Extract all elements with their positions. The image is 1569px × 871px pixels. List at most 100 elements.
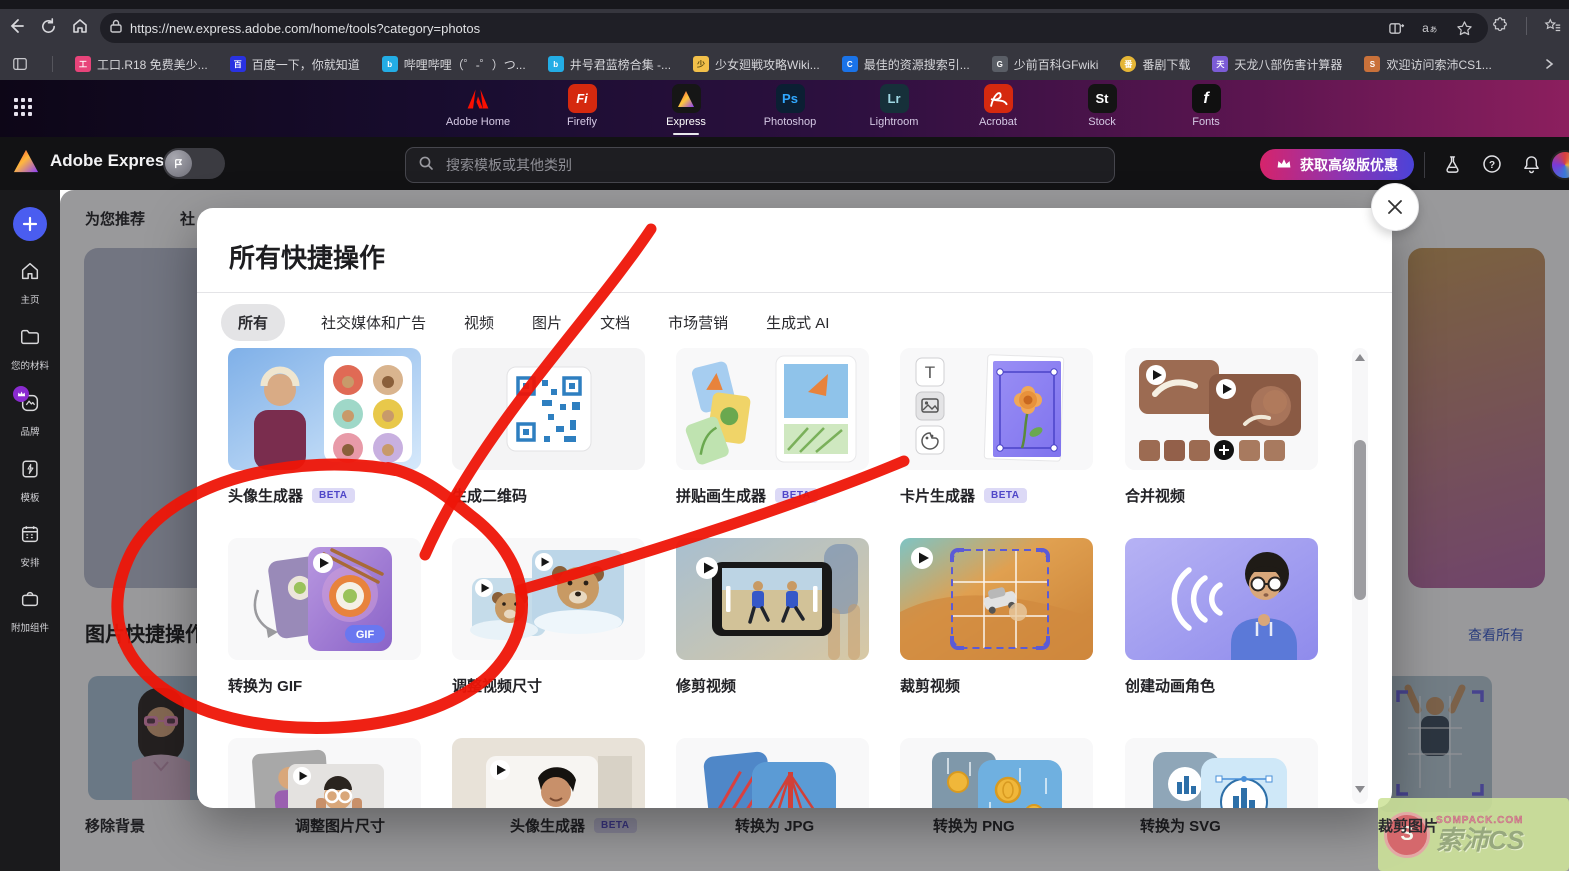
modal-scrollbar-thumb[interactable] [1354, 440, 1366, 600]
appbar-item-acrobat[interactable]: Acrobat [960, 84, 1036, 135]
sidebar-toggle-icon[interactable] [10, 54, 30, 74]
bookmark-favicon: 百 [230, 56, 246, 72]
card-animate-character[interactable]: 创建动画角色 [1125, 538, 1318, 696]
card-label: 转换为 GIF [228, 675, 302, 696]
premium-crown-badge [13, 386, 29, 402]
sidebar-item-brand[interactable]: 品牌 [0, 392, 60, 438]
modal-tabs: 所有 社交媒体和广告 视频 图片 文档 市场营销 生成式 AI [221, 304, 831, 341]
bookmark[interactable]: C最佳的资源搜索引... [842, 56, 970, 73]
card-merge-videos[interactable]: 合并视频 [1125, 348, 1318, 506]
extensions-icon[interactable] [1490, 16, 1510, 36]
bookmark[interactable]: 工工口.R18 免费美少... [75, 56, 208, 73]
card-label: 创建动画角色 [1125, 675, 1215, 696]
home-icon [19, 260, 41, 287]
create-new-button[interactable] [13, 207, 47, 241]
labs-flask-icon[interactable] [1440, 152, 1464, 176]
card-label: 裁剪视频 [900, 675, 960, 696]
card-convert-to-svg[interactable] [1125, 738, 1318, 808]
bookmarks-bar: 工工口.R18 免费美少... 百百度一下，你就知道 b哔哩哔哩（゜-゜）つ..… [0, 48, 1569, 80]
bookmark-favicon: C [842, 56, 858, 72]
bookmark-favicon: b [548, 56, 564, 72]
close-icon [1386, 198, 1404, 216]
card-card-generator[interactable]: T 卡片生成器BETA [900, 348, 1093, 506]
bookmark-favicon: S [1364, 56, 1380, 72]
tab-all[interactable]: 所有 [221, 304, 285, 341]
toolbar-divider [1526, 17, 1527, 35]
reload-button[interactable] [38, 16, 58, 36]
sidebar-item-home[interactable]: 主页 [0, 260, 60, 306]
tab-social-ads[interactable]: 社交媒体和广告 [319, 304, 428, 341]
card-resize-image[interactable] [228, 738, 421, 808]
bookmark[interactable]: 百百度一下，你就知道 [230, 56, 360, 73]
firefly-icon: Fi [568, 84, 597, 113]
bookmark-favicon: b [382, 56, 398, 72]
appbar-item-photoshop[interactable]: Ps Photoshop [752, 84, 828, 135]
card-label: 合并视频 [1125, 485, 1185, 506]
card-trim-video[interactable]: 修剪视频 [676, 538, 869, 696]
bookmark[interactable]: 天天龙八部伤害计算器 [1212, 56, 1342, 73]
app-grid-icon[interactable] [14, 98, 36, 120]
modal-close-button[interactable] [1371, 183, 1419, 231]
appbar-item-stock[interactable]: St Stock [1064, 84, 1140, 135]
collage-generator-illustration [676, 348, 869, 470]
home-button[interactable] [70, 16, 90, 36]
search-input[interactable] [444, 156, 1102, 174]
card-generate-qr-code[interactable]: 生成二维码 [452, 348, 645, 506]
card-collage-generator[interactable]: 拼贴画生成器BETA [676, 348, 869, 506]
card-convert-to-png[interactable] [900, 738, 1093, 808]
tab-image[interactable]: 图片 [530, 304, 564, 341]
sidebar-item-addons[interactable]: 附加组件 [0, 588, 60, 634]
merge-videos-illustration [1125, 348, 1318, 470]
card-crop-video[interactable]: 裁剪视频 [900, 538, 1093, 696]
folder-icon [19, 326, 41, 353]
appbar-item-express[interactable]: Express [648, 84, 724, 135]
convert-to-png-illustration [900, 738, 1093, 808]
tab-video[interactable]: 视频 [462, 304, 496, 341]
card-label: 调整视频尺寸 [452, 675, 542, 696]
appbar-item-lightroom[interactable]: Lr Lightroom [856, 84, 932, 135]
tab-document[interactable]: 文档 [598, 304, 632, 341]
template-icon [19, 458, 41, 485]
address-bar[interactable]: https://new.express.adobe.com/home/tools… [100, 13, 1488, 43]
tab-generative-ai[interactable]: 生成式 AI [764, 304, 831, 341]
card-generator-illustration: T [900, 348, 1093, 470]
appbar-item-fonts[interactable]: f Fonts [1168, 84, 1244, 135]
version-toggle[interactable] [163, 148, 225, 179]
card-avatar-generator-2[interactable] [452, 738, 645, 808]
bookmark[interactable]: S欢迎访问索沛CS1... [1364, 56, 1491, 73]
bookmark[interactable]: 番番剧下载 [1120, 56, 1190, 73]
favorite-star-icon[interactable] [1454, 18, 1474, 38]
card-resize-video[interactable]: 调整视频尺寸 [452, 538, 645, 696]
beta-badge: BETA [984, 488, 1026, 503]
bookmarks-overflow-chevron[interactable] [1539, 54, 1559, 74]
card-convert-to-gif[interactable]: GIF 转换为 GIF [228, 538, 421, 696]
scroll-down-icon[interactable] [1355, 786, 1365, 793]
bookmark-favicon: 少 [693, 56, 709, 72]
bookmark[interactable]: b哔哩哔哩（゜-゜）つ... [382, 56, 526, 73]
scroll-up-icon[interactable] [1355, 354, 1365, 361]
notifications-bell-icon[interactable] [1519, 152, 1543, 176]
convert-to-svg-illustration [1125, 738, 1318, 808]
appbar-item-firefly[interactable]: Fi Firefly [544, 84, 620, 135]
card-avatar-generator[interactable]: 头像生成器BETA [228, 348, 421, 506]
header-divider [1424, 152, 1425, 178]
tab-marketing[interactable]: 市场营销 [666, 304, 730, 341]
back-button[interactable] [6, 16, 26, 36]
photoshop-icon: Ps [776, 84, 805, 113]
sidebar-item-schedule[interactable]: 安排 [0, 523, 60, 569]
card-convert-to-jpg[interactable] [676, 738, 869, 808]
bookmark[interactable]: G少前百科GFwiki [992, 56, 1099, 73]
bookmark[interactable]: 少少女廻戦攻略Wiki... [693, 56, 820, 73]
translate-icon[interactable]: aぁ [1420, 18, 1440, 38]
convert-to-jpg-illustration [676, 738, 869, 808]
search-bar[interactable] [405, 147, 1115, 183]
get-premium-button[interactable]: 获取高级版优惠 [1260, 149, 1414, 180]
help-icon[interactable]: ? [1480, 152, 1504, 176]
gif-badge: GIF [356, 629, 375, 641]
sidebar-item-templates[interactable]: 模板 [0, 458, 60, 504]
collections-icon[interactable] [1543, 16, 1563, 36]
sidebar-item-your-stuff[interactable]: 您的材料 [0, 326, 60, 372]
split-screen-icon[interactable] [1386, 18, 1406, 38]
bookmark[interactable]: b井号君蓝榜合集 -... [548, 56, 671, 73]
appbar-item-adobe-home[interactable]: Adobe Home [440, 84, 516, 135]
